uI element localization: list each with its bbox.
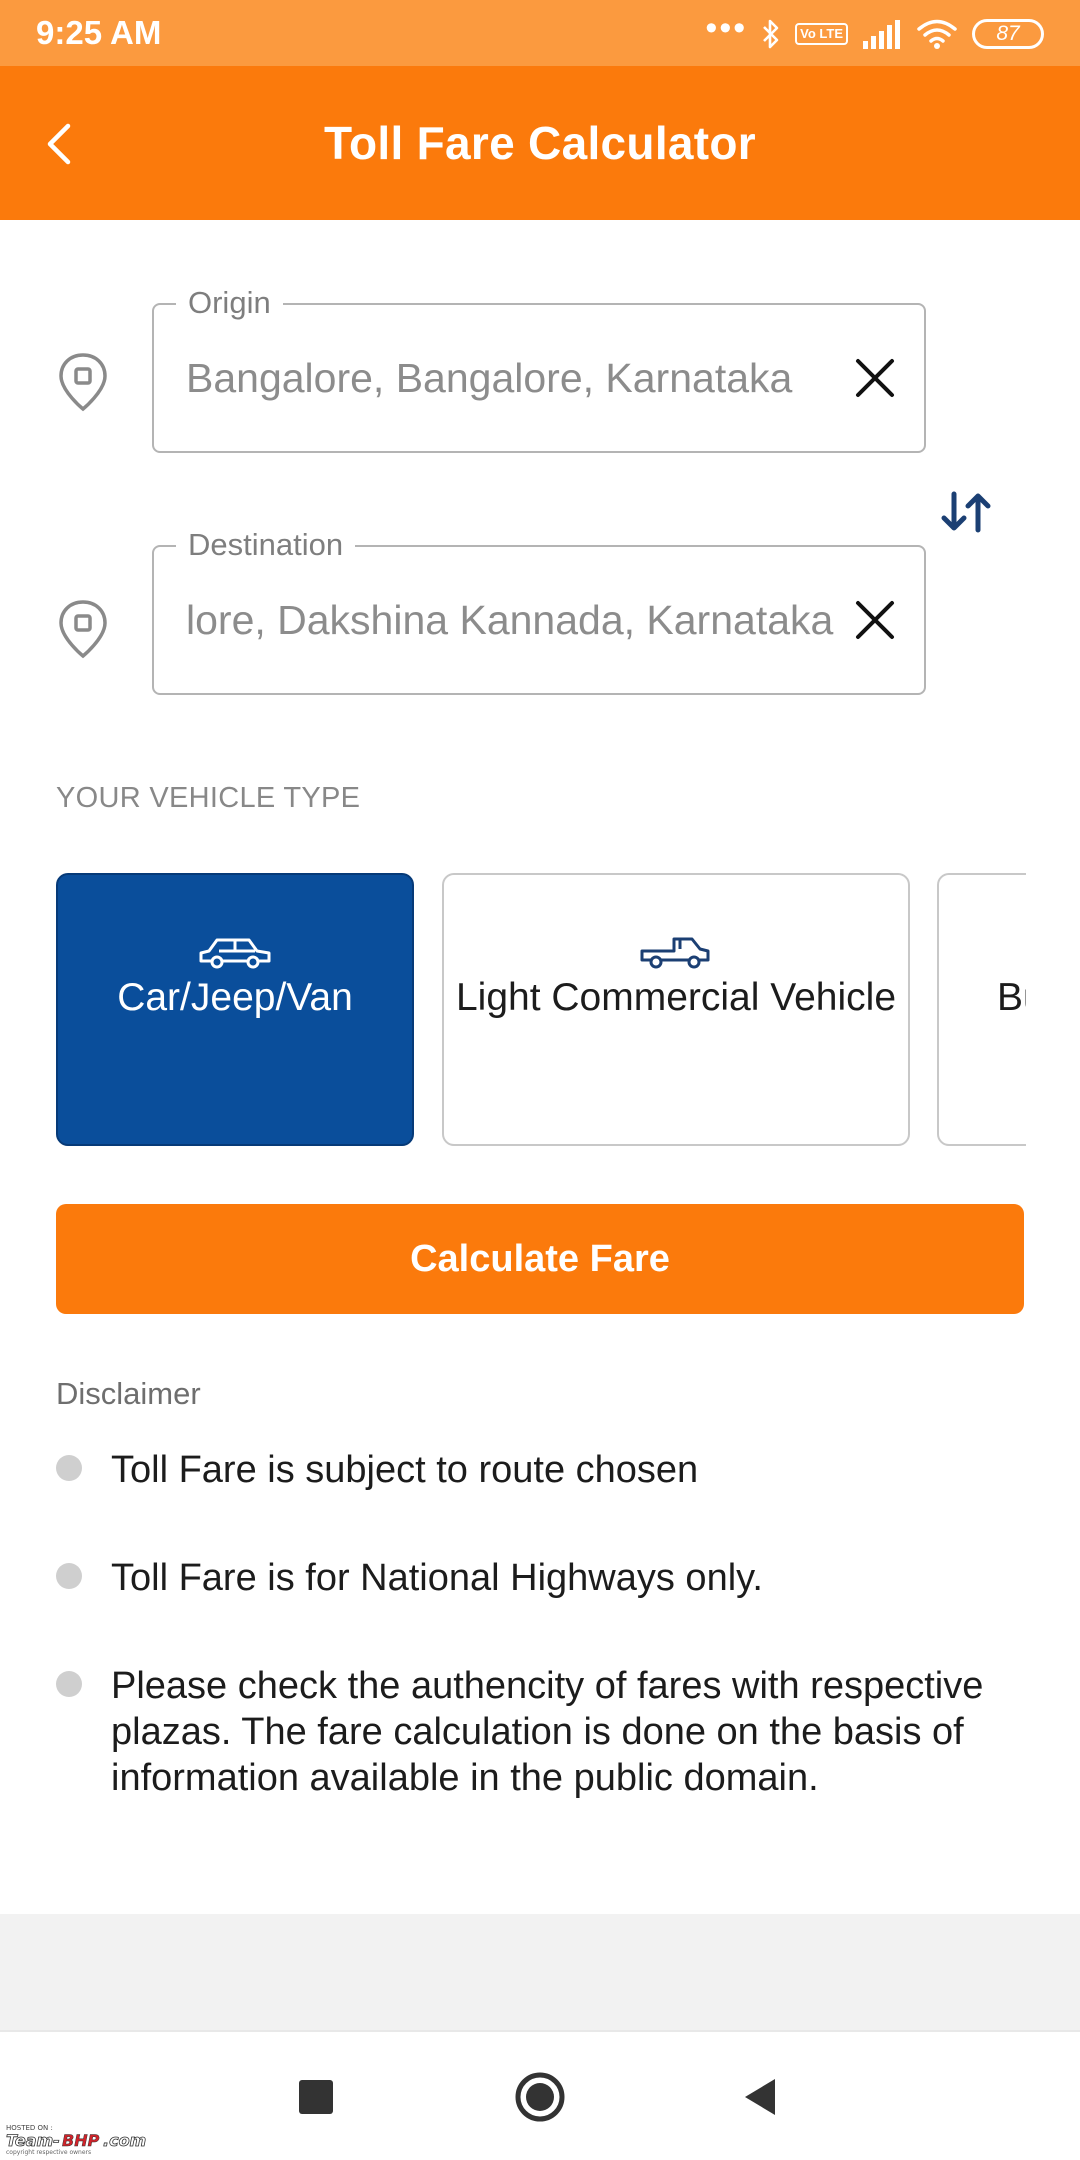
vehicle-type-list[interactable]: Car/Jeep/Van Light Commercial Vehicle Bu xyxy=(56,873,1026,1146)
battery-indicator: 87 xyxy=(972,19,1044,49)
disclaimer-title: Disclaimer xyxy=(56,1376,201,1411)
bullet-icon xyxy=(56,1455,82,1481)
destination-value[interactable]: lore, Dakshina Kannada, Karnataka xyxy=(186,597,844,644)
status-time: 9:25 AM xyxy=(36,14,162,51)
volte-badge: Vo LTE xyxy=(795,23,848,45)
vehicle-option-label: Light Commercial Vehicle xyxy=(455,976,897,1019)
destination-field[interactable]: Destination lore, Dakshina Kannada, Karn… xyxy=(152,527,926,695)
svg-text:copyright respective owners: copyright respective owners xyxy=(6,2149,91,2156)
home-circle-icon[interactable] xyxy=(505,2062,575,2132)
car-icon xyxy=(199,938,271,969)
location-pin-icon xyxy=(59,600,107,659)
svg-text:Team-: Team- xyxy=(6,2131,60,2150)
disclaimer-text: Toll Fare is subject to route chosen xyxy=(111,1449,699,1491)
back-triangle-icon[interactable] xyxy=(725,2062,795,2132)
status-icons: ••• Vo LTE 87 xyxy=(705,9,1044,54)
pickup-truck-icon xyxy=(640,937,710,969)
disclaimer-text: Please check the authencity of fares wit… xyxy=(111,1665,984,1799)
vehicle-option-car[interactable]: Car/Jeep/Van xyxy=(56,873,414,1146)
page-title: Toll Fare Calculator xyxy=(323,117,757,169)
swap-locations-icon[interactable] xyxy=(936,488,996,536)
footer-spacer xyxy=(0,1914,1080,2030)
origin-value[interactable]: Bangalore, Bangalore, Karnataka xyxy=(186,355,844,402)
bullet-icon xyxy=(56,1563,82,1589)
calculate-fare-button[interactable]: Calculate Fare xyxy=(56,1204,1024,1314)
app-bar: Toll Fare Calculator xyxy=(0,66,1080,220)
status-bar: 9:25 AM ••• Vo LTE 87 xyxy=(0,0,1080,66)
recents-square-icon[interactable] xyxy=(281,2062,351,2132)
team-bhp-watermark-logo: HOSTED ON : Team- BHP .com copyright res… xyxy=(6,2124,147,2156)
origin-label: Origin xyxy=(176,285,283,321)
svg-text:BHP: BHP xyxy=(62,2131,100,2150)
destination-label: Destination xyxy=(176,527,356,563)
vehicle-option-label: Bu xyxy=(997,976,1026,1019)
vehicle-option-label: Car/Jeep/Van xyxy=(117,976,353,1019)
vehicle-option-lcv[interactable]: Light Commercial Vehicle xyxy=(442,873,910,1146)
clear-origin-icon[interactable] xyxy=(854,357,896,399)
location-pin-icon xyxy=(59,353,107,412)
notification-dots: ••• xyxy=(705,9,748,47)
signal-icon xyxy=(863,20,900,49)
bullet-icon xyxy=(56,1671,82,1697)
bluetooth-icon xyxy=(763,19,779,49)
wifi-icon xyxy=(917,19,957,49)
origin-field[interactable]: Origin Bangalore, Bangalore, Karnataka xyxy=(152,285,926,453)
vehicle-option-bus[interactable]: Bu xyxy=(937,873,1026,1146)
svg-text:.com: .com xyxy=(103,2131,146,2150)
disclaimer-text: Toll Fare is for National Highways only. xyxy=(111,1557,763,1599)
vehicle-type-label: YOUR VEHICLE TYPE xyxy=(56,782,361,814)
clear-destination-icon[interactable] xyxy=(854,599,896,641)
